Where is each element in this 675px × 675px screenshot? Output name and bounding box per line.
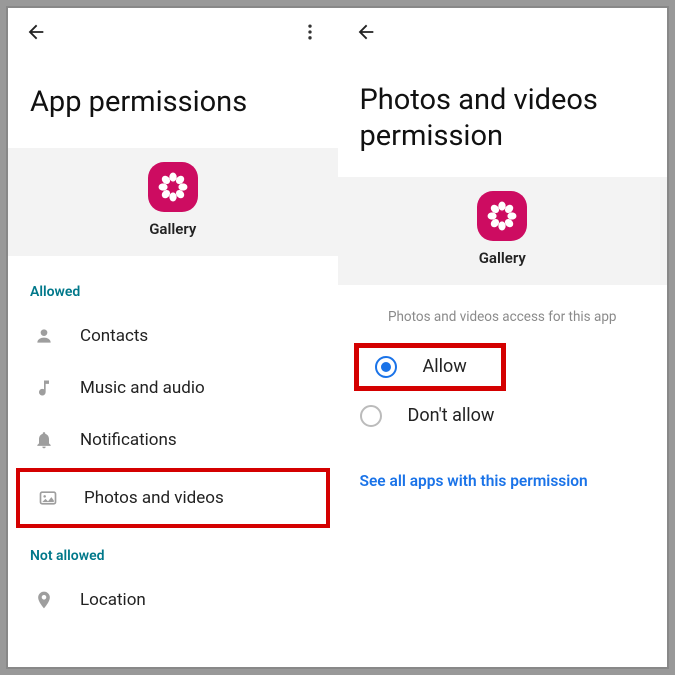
radio-dont-allow-wrapper[interactable]: Don't allow	[338, 391, 668, 441]
gallery-app-icon	[148, 162, 198, 212]
page-title: Photos and videos permission	[338, 56, 668, 177]
back-button[interactable]	[346, 12, 386, 52]
topbar	[8, 8, 338, 56]
music-note-icon	[30, 378, 58, 398]
perm-label: Music and audio	[80, 378, 205, 398]
perm-label: Notifications	[80, 430, 177, 450]
see-all-apps-row: See all apps with this permission	[338, 441, 668, 520]
perm-label: Contacts	[80, 326, 148, 346]
perm-photos-and-videos[interactable]: Photos and videos	[16, 468, 330, 528]
perm-label: Photos and videos	[84, 488, 224, 508]
not-allowed-section-label: Not allowed	[8, 530, 338, 574]
perm-label: Location	[80, 590, 146, 610]
app-name-label: Gallery	[149, 220, 196, 238]
perm-notifications[interactable]: Notifications	[8, 414, 338, 466]
radio-allow-label: Allow	[423, 356, 467, 377]
person-icon	[30, 326, 58, 346]
access-subhead: Photos and videos access for this app	[338, 285, 668, 343]
app-header-box: Gallery	[338, 177, 668, 285]
app-header-box: Gallery	[8, 148, 338, 256]
radio-dot-icon	[381, 362, 391, 372]
radio-dont-allow[interactable]	[360, 405, 382, 427]
allowed-section-label: Allowed	[8, 256, 338, 310]
perm-location[interactable]: Location	[8, 574, 338, 626]
location-pin-icon	[30, 590, 58, 610]
radio-allow[interactable]	[375, 356, 397, 378]
gallery-app-icon	[477, 191, 527, 241]
page-title: App permissions	[8, 56, 338, 148]
perm-contacts[interactable]: Contacts	[8, 310, 338, 362]
pane-photos-permission: Photos and videos permission Gallery Pho…	[338, 8, 668, 667]
flower-icon	[485, 199, 519, 233]
image-icon	[34, 488, 62, 508]
flower-icon	[156, 170, 190, 204]
overflow-menu-button[interactable]	[290, 12, 330, 52]
app-name-label: Gallery	[479, 249, 526, 267]
radio-allow-wrapper[interactable]: Allow	[354, 343, 506, 391]
topbar	[338, 8, 668, 56]
arrow-left-icon	[355, 21, 377, 43]
radio-dont-allow-label: Don't allow	[408, 405, 495, 426]
perm-music[interactable]: Music and audio	[8, 362, 338, 414]
arrow-left-icon	[25, 21, 47, 43]
see-all-apps-link[interactable]: See all apps with this permission	[360, 472, 588, 490]
back-button[interactable]	[16, 12, 56, 52]
more-vert-icon	[300, 22, 320, 42]
bell-icon	[30, 430, 58, 450]
pane-app-permissions: App permissions Gallery Allowed Contacts…	[8, 8, 338, 667]
